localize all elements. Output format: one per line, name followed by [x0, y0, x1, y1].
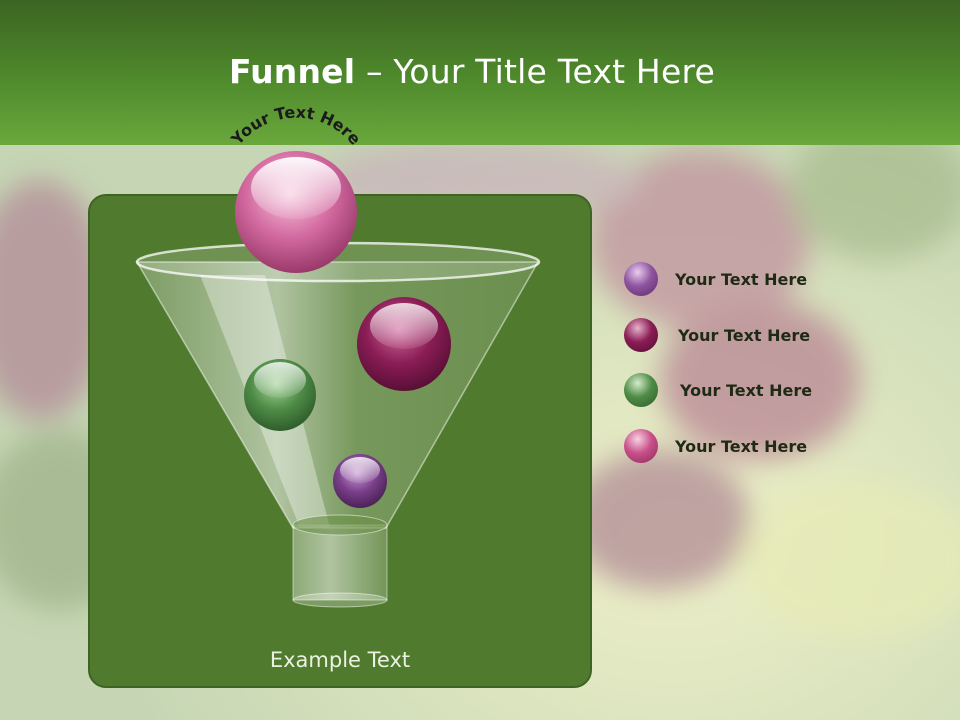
- legend-item-4: Your Text Here: [624, 429, 924, 465]
- legend-dot-magenta: [624, 318, 658, 352]
- funnel-spout: [292, 524, 388, 601]
- legend-item-3: Your Text Here: [624, 373, 924, 409]
- legend-label: Your Text Here: [675, 270, 808, 289]
- legend-dot-pink: [624, 429, 658, 463]
- legend-label: Your Text Here: [675, 437, 808, 456]
- ball-green: [244, 359, 316, 431]
- ball-pink: [235, 151, 357, 273]
- legend-item-1: Your Text Here: [624, 262, 924, 298]
- legend-dot-purple: [624, 262, 658, 296]
- example-text: Example Text: [269, 648, 411, 672]
- legend-dot-green: [624, 373, 658, 407]
- legend-item-2: Your Text Here: [624, 318, 924, 354]
- funnel-graphic: Your Text Here: [135, 102, 541, 608]
- legend-label: Your Text Here: [680, 381, 813, 400]
- legend-label: Your Text Here: [678, 326, 811, 345]
- ball-purple: [333, 454, 387, 508]
- funnel-spout-top: [292, 514, 388, 536]
- ball-magenta: [357, 297, 451, 391]
- arc-label: Your Text Here: [227, 102, 365, 149]
- funnel-spout-bottom: [292, 592, 388, 608]
